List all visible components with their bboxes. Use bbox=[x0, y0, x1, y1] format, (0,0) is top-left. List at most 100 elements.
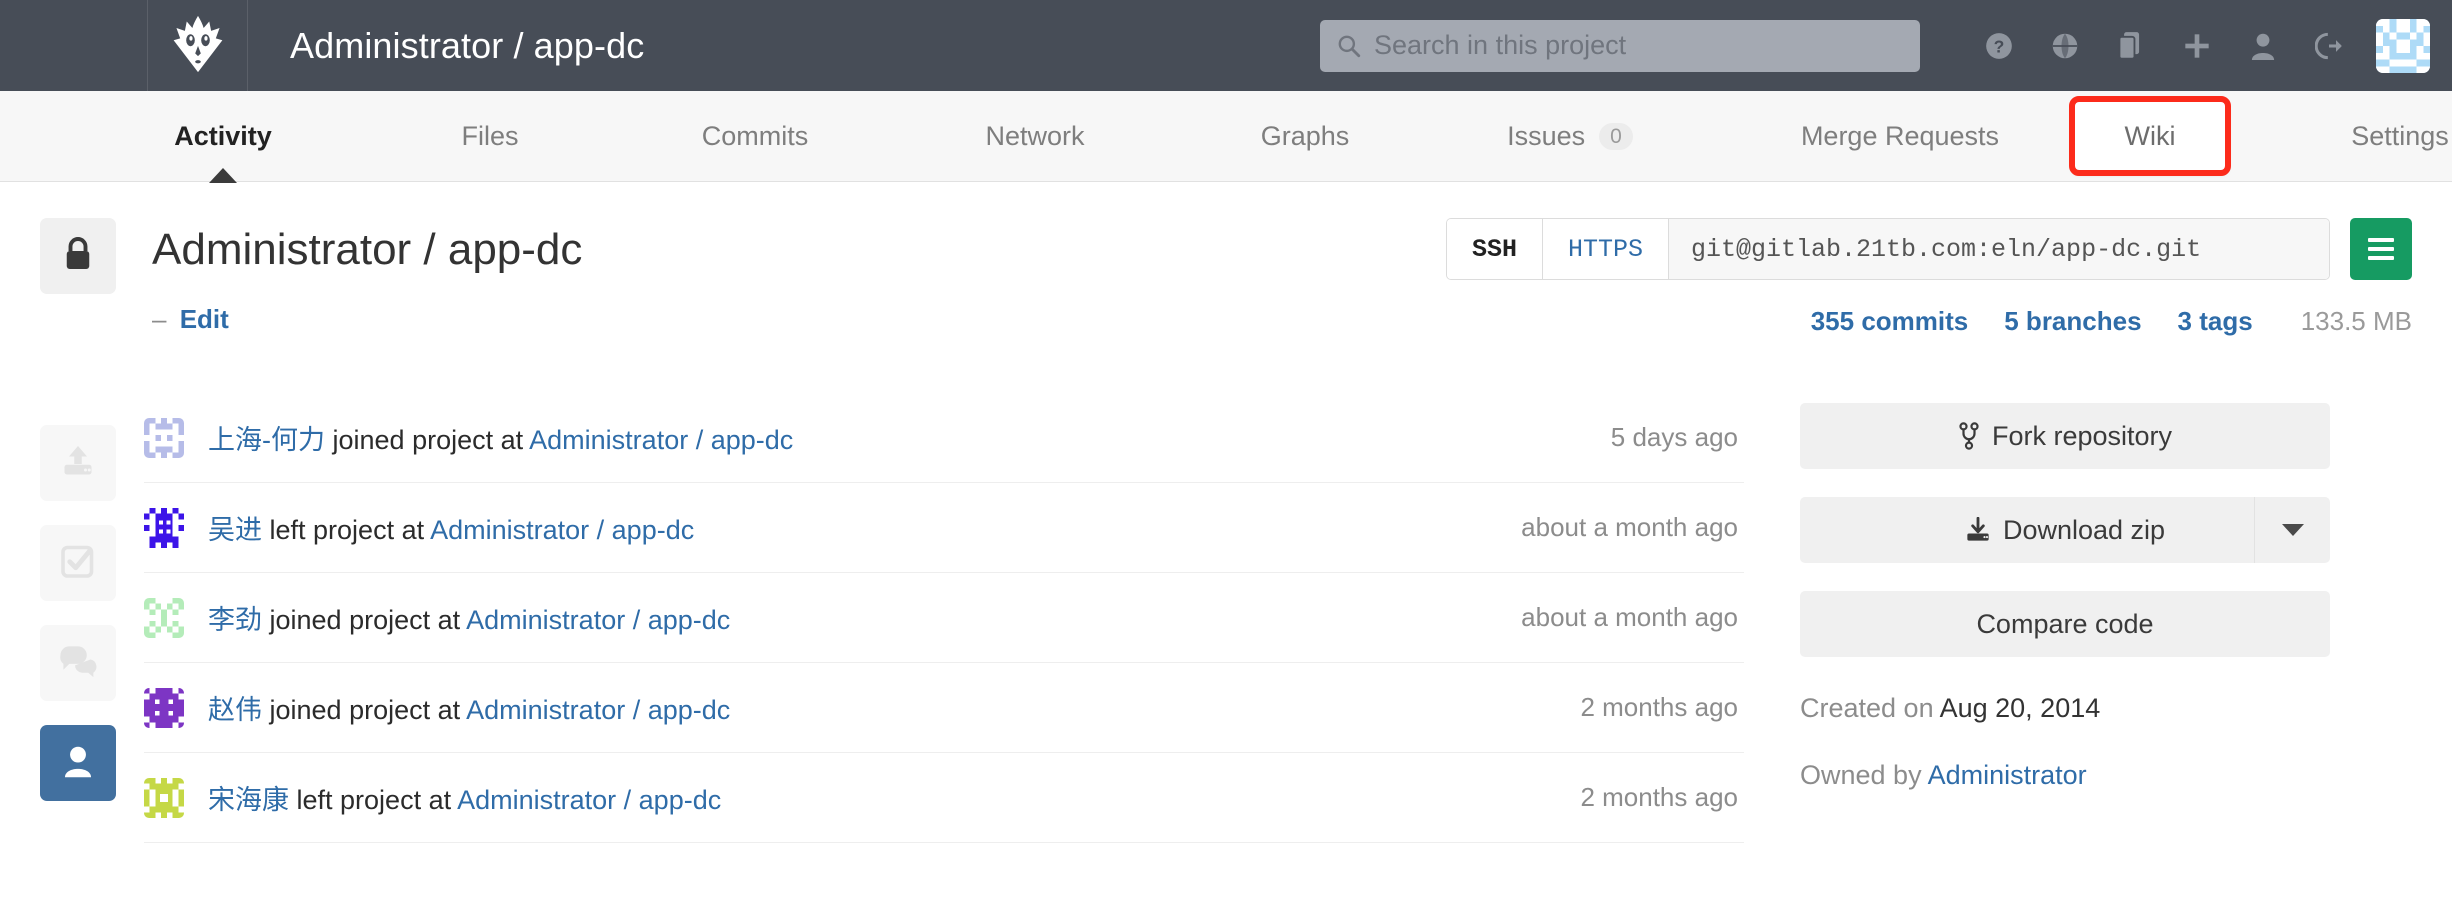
team-user-icon bbox=[62, 744, 94, 783]
tab-settings[interactable]: Settings bbox=[2300, 91, 2452, 182]
visibility-badge bbox=[40, 218, 116, 294]
commits-count-link[interactable]: 355 commits bbox=[1811, 306, 1969, 337]
fork-repository-label: Fork repository bbox=[1991, 420, 2173, 451]
project-actions-menu-button[interactable] bbox=[2350, 218, 2412, 280]
project-identity: Administrator / app-dc – Edit bbox=[40, 218, 582, 335]
download-zip-button[interactable]: Download zip bbox=[1800, 497, 2330, 563]
activity-project-link[interactable]: Administrator / app-dc bbox=[529, 425, 793, 455]
activity-user-link[interactable]: 赵伟 bbox=[208, 695, 262, 725]
tab-wiki[interactable]: Wiki bbox=[2069, 96, 2231, 176]
filter-team-events-button[interactable] bbox=[40, 725, 116, 801]
gitlab-logo-link[interactable] bbox=[148, 0, 248, 91]
compare-code-label: Compare code bbox=[1976, 608, 2154, 639]
avatar[interactable] bbox=[144, 417, 184, 458]
search-box[interactable] bbox=[1320, 19, 1920, 72]
page-title: Administrator / app-dc bbox=[152, 225, 583, 274]
tab-commits[interactable]: Commits bbox=[660, 91, 850, 182]
comments-icon bbox=[59, 644, 97, 683]
activity-project-link[interactable]: Administrator / app-dc bbox=[457, 785, 721, 815]
search-input[interactable] bbox=[1374, 30, 1904, 61]
activity-timestamp: 5 days ago bbox=[1610, 422, 1738, 452]
clone-protocol-ssh-button[interactable]: SSH bbox=[1446, 219, 1543, 279]
activity-timestamp: 2 months ago bbox=[1580, 782, 1738, 812]
snippets-copy-icon[interactable] bbox=[2098, 20, 2164, 72]
project-title-block: Administrator / app-dc – Edit bbox=[152, 218, 582, 335]
navbar-left-spacer bbox=[0, 0, 148, 91]
main-content: 上海-何力 joined project at Administrator / … bbox=[0, 337, 2452, 843]
download-zip-label: Download zip bbox=[2002, 514, 2166, 545]
activity-row: 李劲 joined project at Administrator / app… bbox=[144, 573, 1744, 663]
activity-timestamp: about a month ago bbox=[1521, 602, 1738, 632]
user-avatar[interactable] bbox=[2376, 18, 2430, 73]
gitlab-fox-logo-icon bbox=[168, 12, 228, 79]
owned-by-line: Owned by Administrator bbox=[1800, 760, 2330, 791]
filter-issue-events-button[interactable] bbox=[40, 525, 116, 601]
compare-code-button[interactable]: Compare code bbox=[1800, 591, 2330, 657]
tab-activity-label: Activity bbox=[174, 120, 272, 151]
branches-count-link[interactable]: 5 branches bbox=[2004, 306, 2141, 337]
sign-out-icon[interactable] bbox=[2296, 20, 2362, 72]
project-side-panel: Fork repository Download zip Compare cod… bbox=[1800, 393, 2330, 843]
svg-text:?: ? bbox=[1994, 36, 2005, 56]
activity-user-link[interactable]: 吴进 bbox=[208, 515, 262, 545]
new-plus-icon[interactable] bbox=[2164, 20, 2230, 72]
filter-push-events-button[interactable] bbox=[40, 425, 116, 501]
activity-project-link[interactable]: Administrator / app-dc bbox=[466, 695, 730, 725]
download-icon bbox=[1965, 517, 1991, 543]
repository-size: 133.5 MB bbox=[2300, 306, 2412, 336]
owner-link[interactable]: Administrator bbox=[1928, 760, 2087, 790]
created-on-prefix: Created on bbox=[1800, 693, 1934, 723]
activity-text: 李劲 joined project at Administrator / app… bbox=[208, 598, 730, 637]
hamburger-menu-icon bbox=[2368, 233, 2394, 265]
activity-user-link[interactable]: 上海-何力 bbox=[208, 425, 325, 455]
created-on-line: Created on Aug 20, 2014 bbox=[1800, 693, 2330, 724]
activity-project-link[interactable]: Administrator / app-dc bbox=[466, 605, 730, 635]
project-stats: 355 commits 5 branches 3 tags 133.5 MB bbox=[1775, 306, 2412, 337]
avatar[interactable] bbox=[144, 507, 184, 548]
activity-text: 吴进 left project at Administrator / app-d… bbox=[208, 508, 694, 547]
project-header: Administrator / app-dc – Edit SSH HTTPS … bbox=[0, 182, 2452, 337]
tab-wiki-label: Wiki bbox=[2124, 120, 2176, 151]
navbar-project-title[interactable]: Administrator / app-dc bbox=[248, 0, 644, 91]
tab-graphs-label: Graphs bbox=[1260, 120, 1350, 151]
tab-issues[interactable]: Issues 0 bbox=[1460, 91, 1680, 182]
activity-user-link[interactable]: 李劲 bbox=[208, 605, 262, 635]
tab-activity[interactable]: Activity bbox=[128, 91, 318, 183]
tab-commits-label: Commits bbox=[701, 120, 809, 151]
tab-graphs[interactable]: Graphs bbox=[1215, 91, 1395, 182]
activity-row: 赵伟 joined project at Administrator / app… bbox=[144, 663, 1744, 753]
project-clone-panel: SSH HTTPS git@gitlab.21tb.com:eln/app-dc… bbox=[1445, 218, 2412, 337]
fork-repository-button[interactable]: Fork repository bbox=[1800, 403, 2330, 469]
activity-action: joined project at bbox=[269, 695, 461, 725]
edit-description-link[interactable]: Edit bbox=[180, 304, 229, 334]
project-description-line: – Edit bbox=[152, 304, 582, 335]
tab-issues-label: Issues bbox=[1507, 120, 1586, 151]
tab-files[interactable]: Files bbox=[410, 91, 570, 182]
download-format-dropdown-button[interactable] bbox=[2254, 497, 2330, 563]
activity-row: 上海-何力 joined project at Administrator / … bbox=[144, 393, 1744, 483]
avatar[interactable] bbox=[144, 597, 184, 638]
filter-comment-events-button[interactable] bbox=[40, 625, 116, 701]
activity-timestamp: 2 months ago bbox=[1580, 692, 1738, 722]
tab-merge-requests[interactable]: Merge Requests bbox=[1740, 91, 2060, 182]
tags-count-link[interactable]: 3 tags bbox=[2178, 306, 2253, 337]
activity-project-link[interactable]: Administrator / app-dc bbox=[430, 515, 694, 545]
event-filter-rail bbox=[40, 393, 120, 843]
tab-network[interactable]: Network bbox=[940, 91, 1130, 182]
top-navbar: Administrator / app-dc ? bbox=[0, 0, 2452, 91]
project-tab-bar: Activity Files Commits Network Graphs Is… bbox=[0, 91, 2452, 183]
avatar[interactable] bbox=[144, 687, 184, 728]
clone-url-field[interactable]: git@gitlab.21tb.com:eln/app-dc.git bbox=[1669, 219, 2329, 279]
description-dash: – bbox=[152, 304, 167, 335]
activity-user-link[interactable]: 宋海康 bbox=[208, 785, 289, 815]
profile-user-icon[interactable] bbox=[2230, 20, 2296, 72]
help-icon[interactable]: ? bbox=[1966, 20, 2032, 72]
tab-network-label: Network bbox=[985, 120, 1085, 151]
avatar[interactable] bbox=[144, 777, 184, 818]
clone-protocol-https-button[interactable]: HTTPS bbox=[1542, 219, 1669, 279]
created-on-date: Aug 20, 2014 bbox=[1939, 693, 2101, 723]
tab-merge-requests-label: Merge Requests bbox=[1800, 120, 2000, 151]
chevron-down-icon bbox=[2281, 524, 2304, 536]
fork-branch-icon bbox=[1958, 422, 1980, 450]
public-globe-icon[interactable] bbox=[2032, 20, 2098, 72]
